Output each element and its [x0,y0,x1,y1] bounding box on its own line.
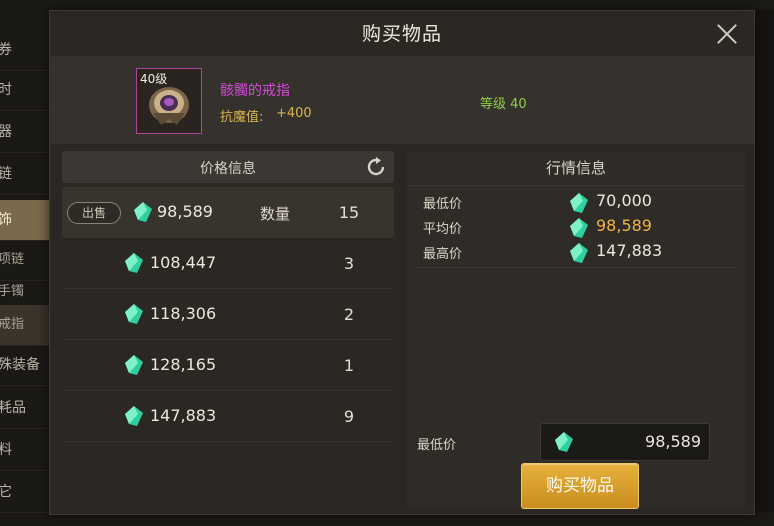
ring-icon [149,87,189,125]
sell-button[interactable]: 出售 [67,202,121,224]
price-value: 98,589 [157,202,213,221]
divider [417,267,735,268]
gem-icon [570,193,588,213]
category-item-accessory[interactable]: 饰 [0,200,50,241]
item-level-badge: 40级 [140,72,168,86]
table-row[interactable]: 出售 98,589 数量 15 [62,187,394,238]
gem-icon [134,202,152,222]
price-value: 147,883 [150,406,217,425]
market-info-panel: 行情信息 最低价 70,000 平均价 98,589 最高价 147,883 最… [407,151,745,509]
quantity-value: 15 [338,203,360,222]
category-item[interactable]: 链 [0,154,50,195]
table-row[interactable]: 108,447 3 [62,238,394,289]
gem-icon [125,304,143,324]
category-item[interactable]: 器 [0,112,50,153]
refresh-icon[interactable] [366,157,386,177]
highest-price-value: 147,883 [596,241,663,260]
average-price-label: 平均价 [423,222,463,237]
min-price-field[interactable]: 98,589 [540,423,710,461]
table-row[interactable]: 118,306 2 [62,289,394,340]
price-value: 118,306 [150,304,217,323]
market-info-title: 行情信息 [407,151,745,186]
category-sidebar: 券 时 器 链 饰 项链 手镯 戒指 殊装备 耗品 料 它 [0,0,50,526]
item-icon-frame[interactable]: 40级 [136,68,202,134]
category-item[interactable]: 殊装备 [0,345,50,386]
category-item[interactable]: 时 [0,70,50,111]
gem-icon [125,355,143,375]
quantity-value: 1 [343,356,355,375]
price-list: 出售 98,589 数量 15 108,447 3 118,306 2 128,… [62,187,394,442]
price-info-header: 价格信息 [62,151,394,183]
gem-icon [570,218,588,238]
item-stat-label: 抗魔值: [220,110,264,125]
gem-icon [125,406,143,426]
price-value: 128,165 [150,355,217,374]
quantity-value: 9 [343,407,355,426]
close-icon[interactable] [714,21,740,47]
price-info-title: 价格信息 [200,161,256,177]
item-name: 骸髑的戒指 [220,83,290,99]
item-stat-value: +400 [276,106,312,121]
category-item[interactable]: 它 [0,472,50,513]
quantity-value: 3 [343,254,355,273]
category-item[interactable]: 耗品 [0,388,50,429]
gem-icon [125,253,143,273]
table-row[interactable]: 128,165 1 [62,340,394,391]
min-price-value: 98,589 [645,432,701,451]
highest-price-label: 最高价 [423,247,463,262]
lowest-price-label: 最低价 [423,197,463,212]
gem-icon [570,243,588,263]
category-item[interactable]: 券 [0,30,50,71]
average-price-value: 98,589 [596,216,652,235]
quantity-value: 2 [343,305,355,324]
top-status-bar [0,0,774,10]
item-grade: 等级 40 [480,97,527,112]
purchase-dialog: 购买物品 40级 骸髑的戒指 抗魔值: +400 等级 40 价格信息 出售 9… [49,10,755,515]
dialog-title: 购买物品 [361,23,442,45]
buy-item-button[interactable]: 购买物品 [521,463,639,509]
quantity-label: 数量 [260,205,291,223]
table-row[interactable]: 147,883 9 [62,391,394,442]
lowest-price-value: 70,000 [596,191,652,210]
category-item[interactable]: 料 [0,430,50,471]
subcategory-item-ring[interactable]: 戒指 [0,305,50,346]
price-value: 108,447 [150,253,217,272]
item-summary: 40级 骸髑的戒指 抗魔值: +400 等级 40 [50,56,754,144]
gem-icon [555,432,573,452]
min-price-label: 最低价 [417,438,457,453]
